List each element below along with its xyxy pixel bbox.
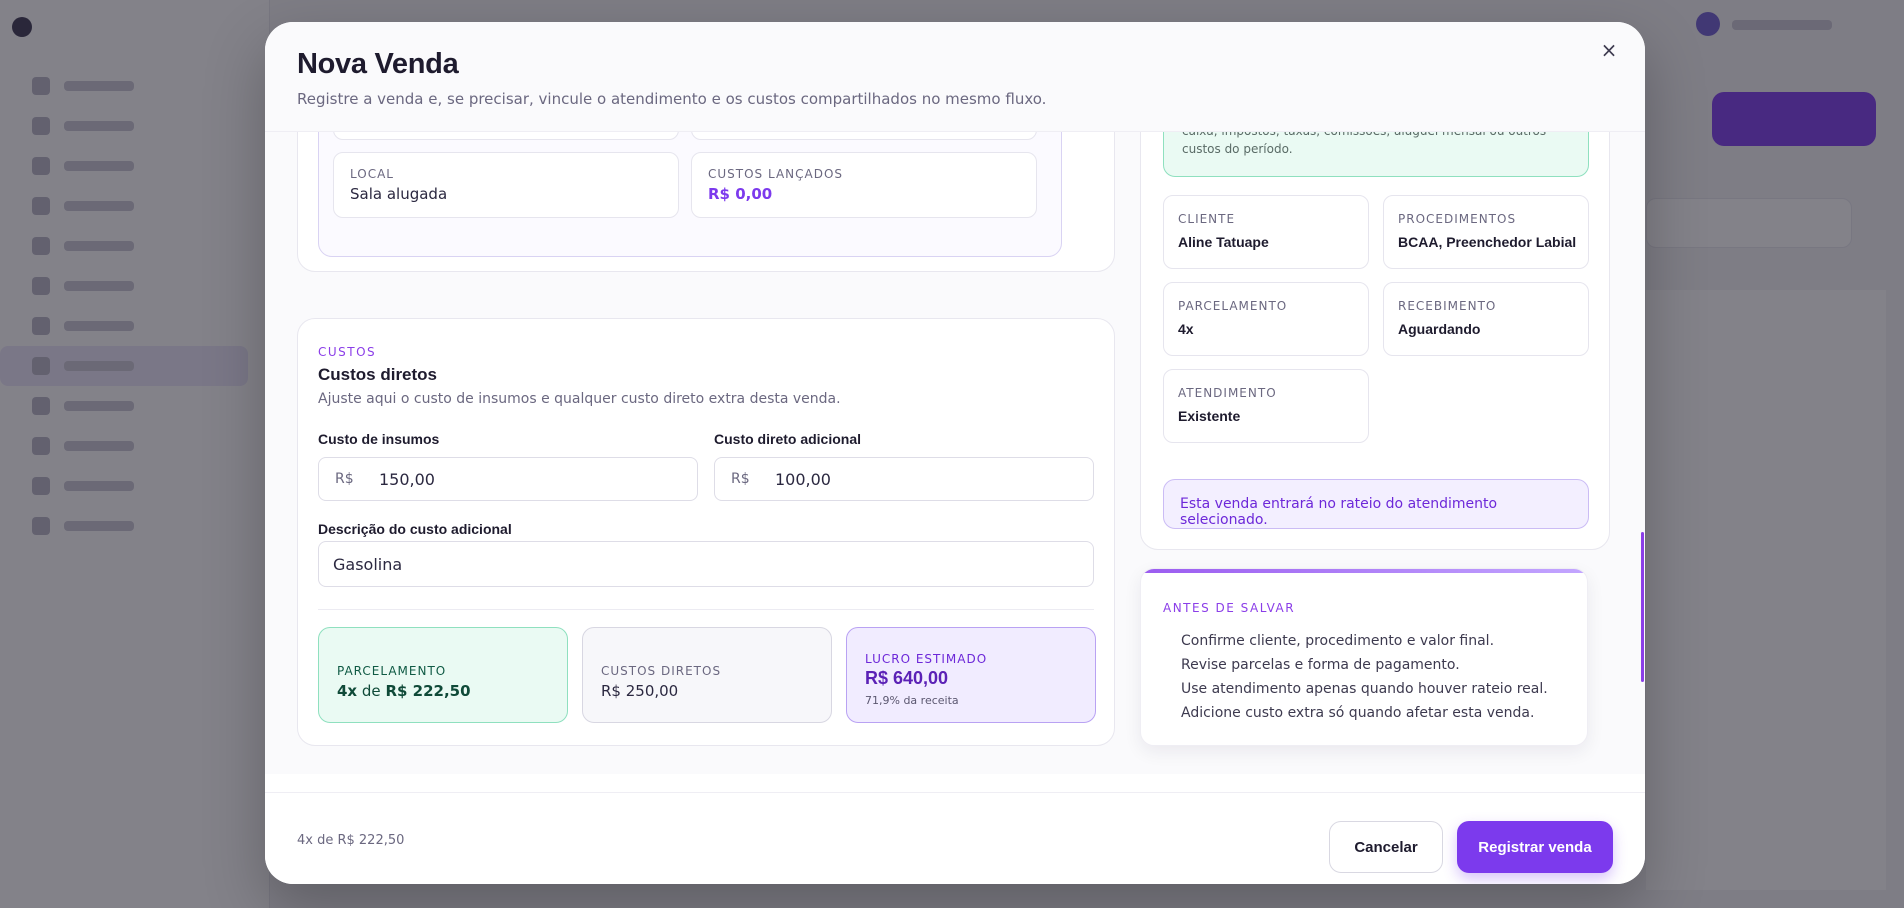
cliente-value: Aline Tatuape: [1178, 234, 1269, 250]
atendimento-value: Existente: [1178, 408, 1241, 424]
parcelamento-stat-label: PARCELAMENTO: [337, 664, 447, 678]
footer-summary: 4x de R$ 222,50: [297, 833, 405, 848]
checklist-accent-bar: [1141, 569, 1587, 573]
custos-card: CUSTOS Custos diretos Ajuste aqui o cust…: [297, 318, 1115, 746]
lucro-estimado-label: LUCRO ESTIMADO: [865, 652, 988, 666]
rateio-info-note: caixa, impostos, taxas, comissões, alugu…: [1163, 132, 1589, 177]
currency-prefix: R$: [731, 471, 750, 487]
custos-lancados-label: CUSTOS LANÇADOS: [708, 167, 844, 181]
recebimento-value: Aguardando: [1398, 321, 1481, 337]
currency-prefix: R$: [335, 471, 354, 487]
parcelamento-stat: PARCELAMENTO 4x de R$ 222,50: [318, 627, 568, 723]
custos-eyebrow: CUSTOS: [318, 345, 377, 359]
descricao-value[interactable]: Gasolina: [319, 555, 402, 574]
atendimento-label: ATENDIMENTO: [1178, 386, 1277, 400]
atendimento-box: ATENDIMENTO Existente: [1163, 369, 1369, 443]
modal-body[interactable]: LOCAL Sala alugada CUSTOS LANÇADOS R$ 0,…: [265, 132, 1645, 774]
local-label: LOCAL: [350, 167, 394, 181]
checklist-item: Confirme cliente, procedimento e valor f…: [1181, 633, 1495, 649]
custos-diretos-stat-label: CUSTOS DIRETOS: [601, 664, 722, 678]
custos-diretos-stat-value: R$ 250,00: [601, 682, 679, 700]
divider: [318, 609, 1094, 610]
adicional-input[interactable]: R$ 100,00: [714, 457, 1094, 501]
checklist-item: Revise parcelas e forma de pagamento.: [1181, 657, 1460, 673]
local-value: Sala alugada: [350, 185, 448, 203]
procedimentos-value: BCAA, Preenchedor Labial: [1398, 234, 1577, 250]
checklist-eyebrow: ANTES DE SALVAR: [1163, 601, 1296, 615]
checklist-item: Adicione custo extra só quando afetar es…: [1181, 705, 1535, 721]
parcelamento-value: 4x: [1178, 321, 1194, 337]
custos-lancados-value: R$ 0,00: [708, 185, 773, 203]
insumos-label: Custo de insumos: [318, 431, 440, 447]
checklist-item: Use atendimento apenas quando houver rat…: [1181, 681, 1548, 697]
modal-header: Nova Venda Registre a venda e, se precis…: [265, 22, 1645, 132]
cliente-box: CLIENTE Aline Tatuape: [1163, 195, 1369, 269]
cliente-label: CLIENTE: [1178, 212, 1236, 226]
modal-title: Nova Venda: [297, 48, 459, 80]
nova-venda-modal: Nova Venda Registre a venda e, se precis…: [265, 22, 1645, 884]
insumos-value[interactable]: 150,00: [371, 470, 435, 489]
atendimento-card: LOCAL Sala alugada CUSTOS LANÇADOS R$ 0,…: [297, 132, 1115, 272]
lucro-estimado-value: R$ 640,00: [865, 668, 949, 688]
local-box: LOCAL Sala alugada: [333, 152, 679, 218]
custos-title: Custos diretos: [318, 365, 438, 384]
atendimento-field-hidden-2: [691, 132, 1037, 140]
atendimento-field-hidden-1: [333, 132, 679, 140]
rateio-note: Esta venda entrará no rateio do atendime…: [1163, 479, 1589, 529]
recebimento-label: RECEBIMENTO: [1398, 299, 1497, 313]
parcelamento-label: PARCELAMENTO: [1178, 299, 1288, 313]
lucro-estimado-percent: 71,9% da receita: [865, 694, 959, 707]
parcelamento-stat-value: 4x de R$ 222,50: [337, 682, 471, 700]
descricao-input[interactable]: Gasolina: [318, 541, 1094, 587]
recebimento-box: RECEBIMENTO Aguardando: [1383, 282, 1589, 356]
cancel-button[interactable]: Cancelar: [1329, 821, 1443, 873]
custos-lancados-box: CUSTOS LANÇADOS R$ 0,00: [691, 152, 1037, 218]
modal-footer: 4x de R$ 222,50 Cancelar Registrar venda: [265, 792, 1645, 884]
custos-description: Ajuste aqui o custo de insumos e qualque…: [318, 391, 841, 407]
custos-diretos-stat: CUSTOS DIRETOS R$ 250,00: [582, 627, 832, 723]
adicional-label: Custo direto adicional: [714, 431, 862, 447]
resumo-card: caixa, impostos, taxas, comissões, alugu…: [1140, 132, 1610, 550]
register-sale-button[interactable]: Registrar venda: [1457, 821, 1613, 873]
parcelamento-box: PARCELAMENTO 4x: [1163, 282, 1369, 356]
checklist-list: Confirme cliente, procedimento e valor f…: [1181, 629, 1548, 725]
rateio-note-text: Esta venda entrará no rateio do atendime…: [1180, 496, 1498, 528]
close-icon[interactable]: ×: [1595, 36, 1623, 64]
procedimentos-label: PROCEDIMENTOS: [1398, 212, 1517, 226]
atendimento-details: LOCAL Sala alugada CUSTOS LANÇADOS R$ 0,…: [318, 132, 1062, 257]
scrollbar-thumb[interactable]: [1641, 532, 1644, 682]
descricao-label: Descrição do custo adicional: [318, 521, 512, 537]
insumos-input[interactable]: R$ 150,00: [318, 457, 698, 501]
checklist-card: ANTES DE SALVAR Confirme cliente, proced…: [1140, 568, 1588, 746]
lucro-estimado-stat: LUCRO ESTIMADO R$ 640,00 71,9% da receit…: [846, 627, 1096, 723]
adicional-value[interactable]: 100,00: [767, 470, 831, 489]
rateio-info-text: caixa, impostos, taxas, comissões, alugu…: [1182, 132, 1546, 156]
modal-subtitle: Registre a venda e, se precisar, vincule…: [297, 90, 1047, 108]
procedimentos-box: PROCEDIMENTOS BCAA, Preenchedor Labial: [1383, 195, 1589, 269]
